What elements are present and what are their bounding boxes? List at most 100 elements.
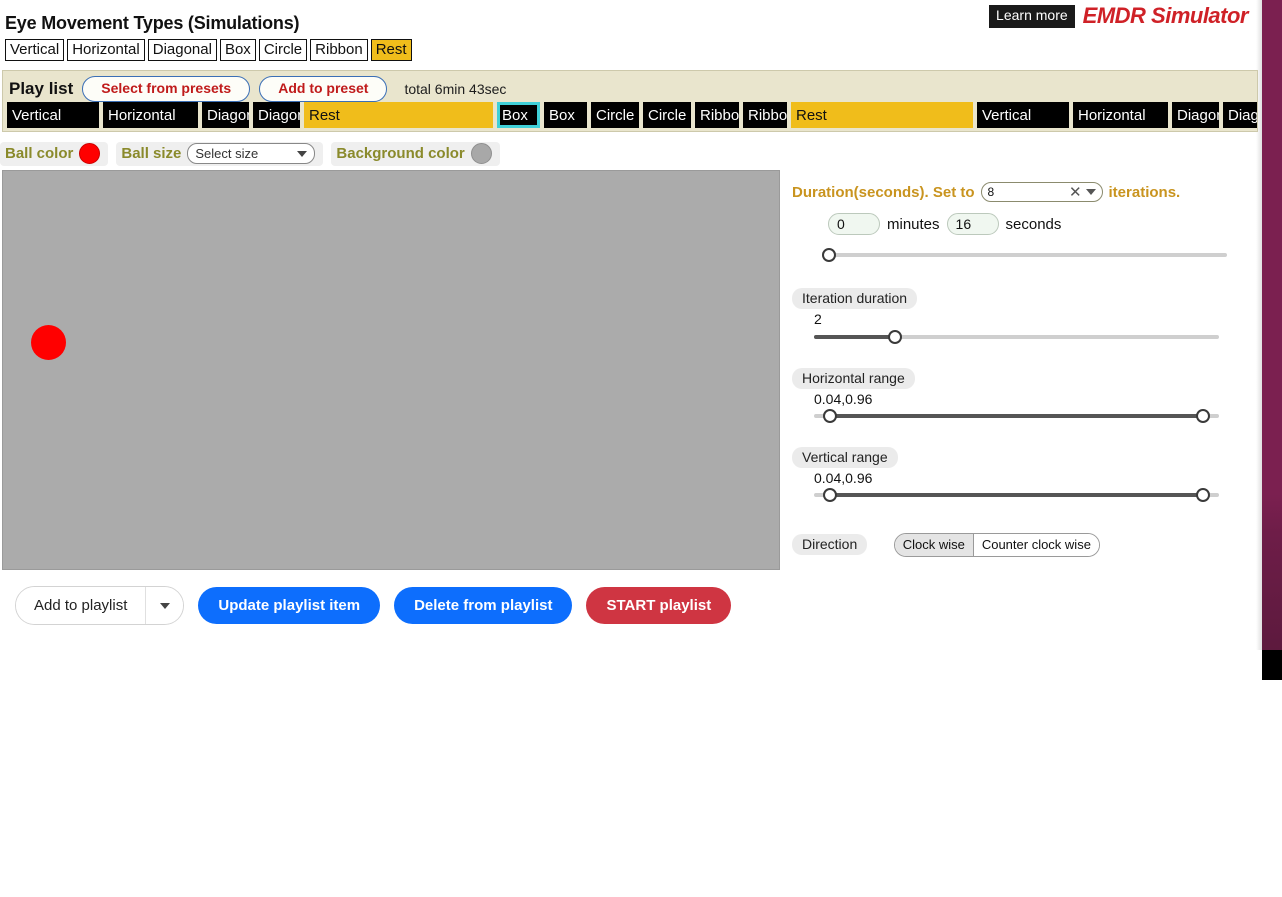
playlist-header: Play list Select from presets Add to pre… <box>9 76 506 102</box>
vertical-range-label: Vertical range <box>792 447 898 468</box>
controls-panel: Duration(seconds). Set to 8 ✕ iterations… <box>792 182 1232 557</box>
playlist-item[interactable]: Circle <box>591 102 639 128</box>
horizontal-range-block: Horizontal range 0.04,0.96 <box>792 368 1232 423</box>
action-bar: Add to playlist Update playlist item Del… <box>15 586 732 625</box>
duration-slider[interactable] <box>822 248 1227 262</box>
seconds-label: seconds <box>1005 215 1062 233</box>
slider-track-fill <box>830 493 1203 497</box>
ball-size-label: Ball size <box>121 145 182 162</box>
simulation-ball <box>31 325 66 360</box>
slider-thumb[interactable] <box>888 330 902 344</box>
add-to-preset-button[interactable]: Add to preset <box>259 76 388 102</box>
iteration-duration-value: 2 <box>814 311 822 327</box>
start-playlist-button[interactable]: START playlist <box>586 587 732 624</box>
slider-thumb-low[interactable] <box>823 409 837 423</box>
add-to-playlist-button[interactable]: Add to playlist <box>16 587 146 624</box>
learn-more-button[interactable]: Learn more <box>989 5 1075 28</box>
page-edge-strip <box>1262 0 1282 650</box>
ball-settings-row: Ball color Ball size Select size Backgro… <box>0 140 500 168</box>
playlist-item[interactable]: Rest <box>791 102 973 128</box>
movement-type-box-button[interactable]: Box <box>219 39 256 61</box>
duration-heading: Duration(seconds). Set to 8 ✕ iterations… <box>792 182 1232 202</box>
clear-icon[interactable]: ✕ <box>1069 185 1082 200</box>
slider-track-fill <box>830 414 1203 418</box>
movement-type-ribbon-button[interactable]: Ribbon <box>310 39 368 61</box>
movement-type-rest-button[interactable]: Rest <box>370 39 412 61</box>
movement-type-circle-button[interactable]: Circle <box>258 39 308 61</box>
page-edge-strip-bottom <box>1262 650 1282 680</box>
iteration-duration-label: Iteration duration <box>792 288 918 309</box>
duration-prefix-label: Duration(seconds). Set to <box>792 183 975 201</box>
iteration-duration-block: Iteration duration 2 <box>792 288 1232 344</box>
minutes-seconds-row: 0 minutes 16 seconds <box>828 213 1232 235</box>
minutes-input[interactable]: 0 <box>828 213 880 235</box>
seconds-input[interactable]: 16 <box>946 213 999 235</box>
select-from-presets-button[interactable]: Select from presets <box>82 76 251 102</box>
movement-type-diagonal-button[interactable]: Diagonal <box>147 39 217 61</box>
minutes-label: minutes <box>887 215 940 233</box>
slider-thumb-low[interactable] <box>823 488 837 502</box>
playlist-item[interactable]: Box <box>544 102 587 128</box>
chevron-down-icon <box>159 602 170 609</box>
vertical-range-slider[interactable] <box>814 488 1219 502</box>
page-header: Eye Movement Types (Simulations) Learn m… <box>0 0 1262 68</box>
delete-from-playlist-button[interactable]: Delete from playlist <box>394 587 573 624</box>
iteration-duration-slider[interactable] <box>814 330 1219 344</box>
chevron-down-icon <box>1085 189 1096 195</box>
playlist-item[interactable]: Diagonal <box>1223 102 1257 128</box>
brand-logo: EMDR Simulator <box>1082 3 1249 29</box>
playlist-item[interactable]: Horizontal <box>1073 102 1168 128</box>
horizontal-range-label: Horizontal range <box>792 368 915 389</box>
playlist-item[interactable]: Diagonal <box>253 102 300 128</box>
slider-thumb-high[interactable] <box>1196 409 1210 423</box>
ball-color-label: Ball color <box>5 145 74 162</box>
playlist-item[interactable]: Vertical <box>7 102 99 128</box>
playlist-item[interactable]: Ribbon <box>743 102 787 128</box>
playlist-item[interactable]: Ribbon <box>695 102 739 128</box>
update-playlist-item-button[interactable]: Update playlist item <box>198 587 381 624</box>
horizontal-range-value: 0.04,0.96 <box>814 391 873 407</box>
background-color-group: Background color <box>331 142 500 166</box>
direction-block: Direction Clock wise Counter clock wise <box>792 528 1232 557</box>
playlist-items-list: VerticalHorizontalDiagonalDiagonalRestBo… <box>7 102 1257 128</box>
movement-types-group: Vertical Horizontal Diagonal Box Circle Ribbo… <box>5 39 412 61</box>
add-to-playlist-dropdown-button[interactable] <box>145 587 184 624</box>
chevron-down-icon <box>297 150 308 157</box>
brand-area: Learn more EMDR Simulator <box>989 3 1249 29</box>
playlist-item[interactable]: Rest <box>304 102 493 128</box>
iterations-select[interactable]: 8 ✕ <box>980 182 1103 202</box>
ball-color-group: Ball color <box>0 142 109 166</box>
vertical-range-value: 0.04,0.96 <box>814 470 873 486</box>
movement-type-vertical-button[interactable]: Vertical <box>5 39 65 61</box>
background-color-swatch-icon[interactable] <box>470 143 492 164</box>
playlist-item[interactable]: Box <box>497 102 540 128</box>
playlist-item[interactable]: Diagonal <box>1172 102 1219 128</box>
iterations-value: 8 <box>987 185 995 199</box>
playlist-label: Play list <box>9 78 74 98</box>
playlist-panel: Play list Select from presets Add to pre… <box>2 70 1258 132</box>
add-to-playlist-split-button: Add to playlist <box>15 586 185 625</box>
direction-option-counter-clockwise[interactable]: Counter clock wise <box>973 534 1099 556</box>
movement-type-horizontal-button[interactable]: Horizontal <box>67 39 145 61</box>
slider-track <box>822 253 1227 257</box>
direction-option-clockwise[interactable]: Clock wise <box>894 534 974 556</box>
playlist-total-duration: total 6min 43sec <box>404 80 507 97</box>
playlist-item[interactable]: Circle <box>643 102 691 128</box>
ball-color-swatch-icon[interactable] <box>79 143 101 164</box>
playlist-item[interactable]: Vertical <box>977 102 1069 128</box>
background-color-label: Background color <box>336 145 465 162</box>
simulation-stage[interactable] <box>2 170 780 570</box>
playlist-item[interactable]: Horizontal <box>103 102 198 128</box>
slider-thumb-high[interactable] <box>1196 488 1210 502</box>
duration-suffix-label: iterations. <box>1108 183 1181 201</box>
playlist-item[interactable]: Diagonal <box>202 102 249 128</box>
direction-button-group: Clock wise Counter clock wise <box>893 533 1100 557</box>
page-title: Eye Movement Types (Simulations) <box>5 13 300 33</box>
ball-size-select[interactable]: Select size <box>187 143 316 164</box>
slider-thumb[interactable] <box>822 248 836 262</box>
vertical-range-block: Vertical range 0.04,0.96 <box>792 447 1232 502</box>
ball-size-selected-value: Select size <box>195 146 259 161</box>
horizontal-range-slider[interactable] <box>814 409 1219 423</box>
ball-size-group: Ball size Select size <box>116 142 324 166</box>
direction-label: Direction <box>792 534 868 555</box>
